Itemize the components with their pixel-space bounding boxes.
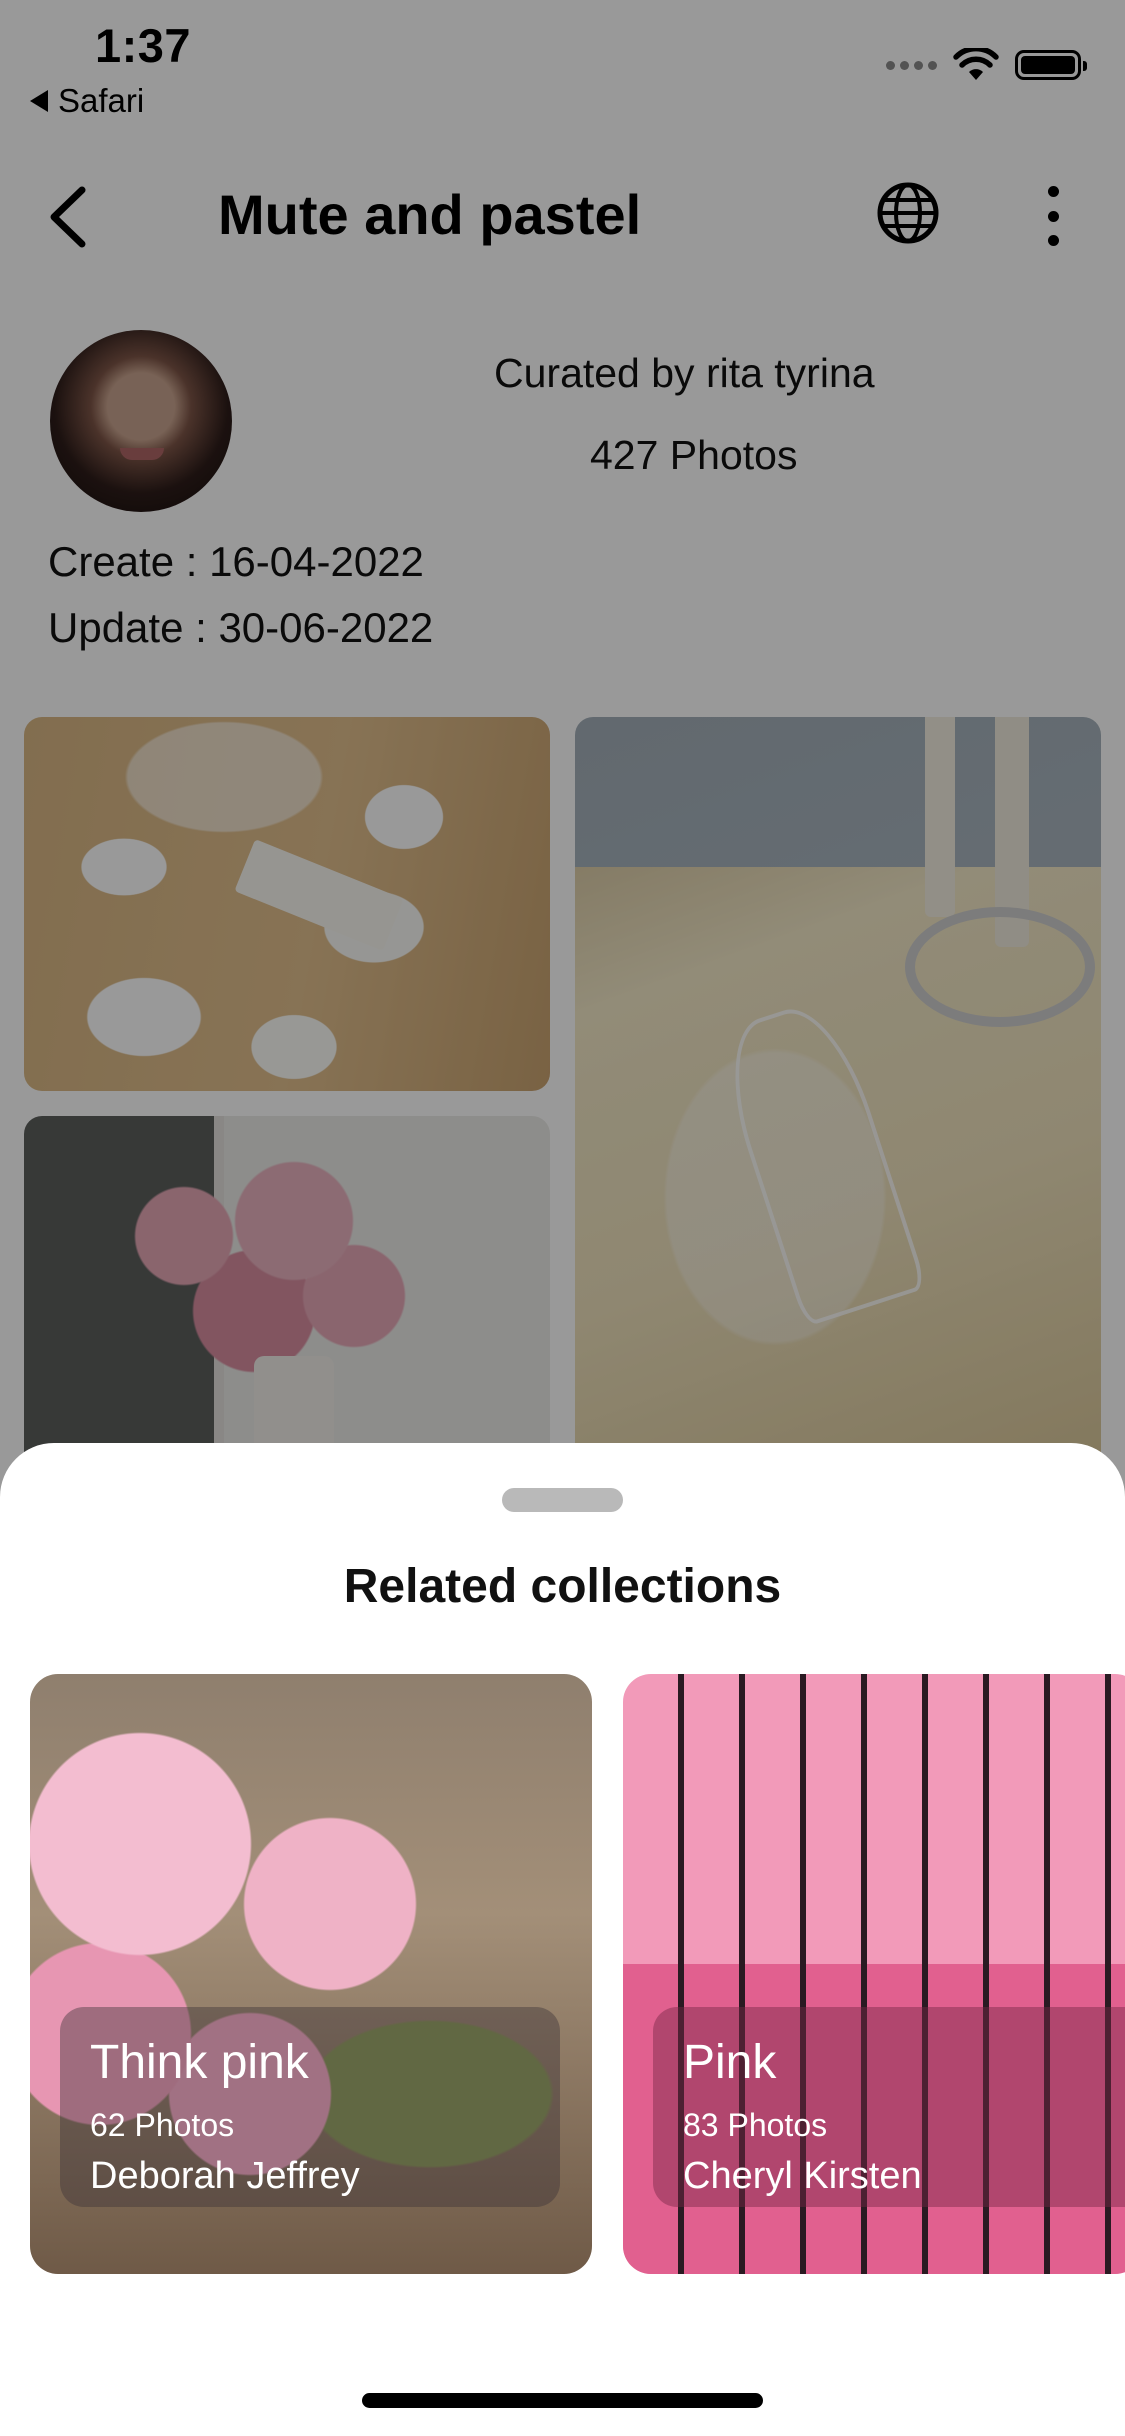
card-photo-count: 83 Photos [683,2107,828,2143]
related-collections-sheet: Related collections Think pink 62 Photos… [0,1443,1125,2436]
screen: 1:37 Safari Mute and pastel Curated by r… [0,0,1125,2436]
sheet-drag-handle[interactable] [502,1488,623,1512]
card-info-panel: Think pink 62 Photos Deborah Jeffrey [60,2007,560,2207]
collection-card-think-pink[interactable]: Think pink 62 Photos Deborah Jeffrey [30,1674,592,2274]
card-title: Think pink [90,2036,309,2089]
home-indicator[interactable] [362,2393,763,2408]
card-author: Cheryl Kirsten [683,2155,922,2197]
card-info-panel: Pink 83 Photos Cheryl Kirsten [653,2007,1125,2207]
card-photo-count: 62 Photos [90,2107,235,2143]
card-title: Pink [683,2036,777,2089]
sheet-title: Related collections [343,1560,782,1613]
card-author: Deborah Jeffrey [90,2155,360,2197]
collection-card-pink[interactable]: Pink 83 Photos Cheryl Kirsten [623,1674,1125,2274]
